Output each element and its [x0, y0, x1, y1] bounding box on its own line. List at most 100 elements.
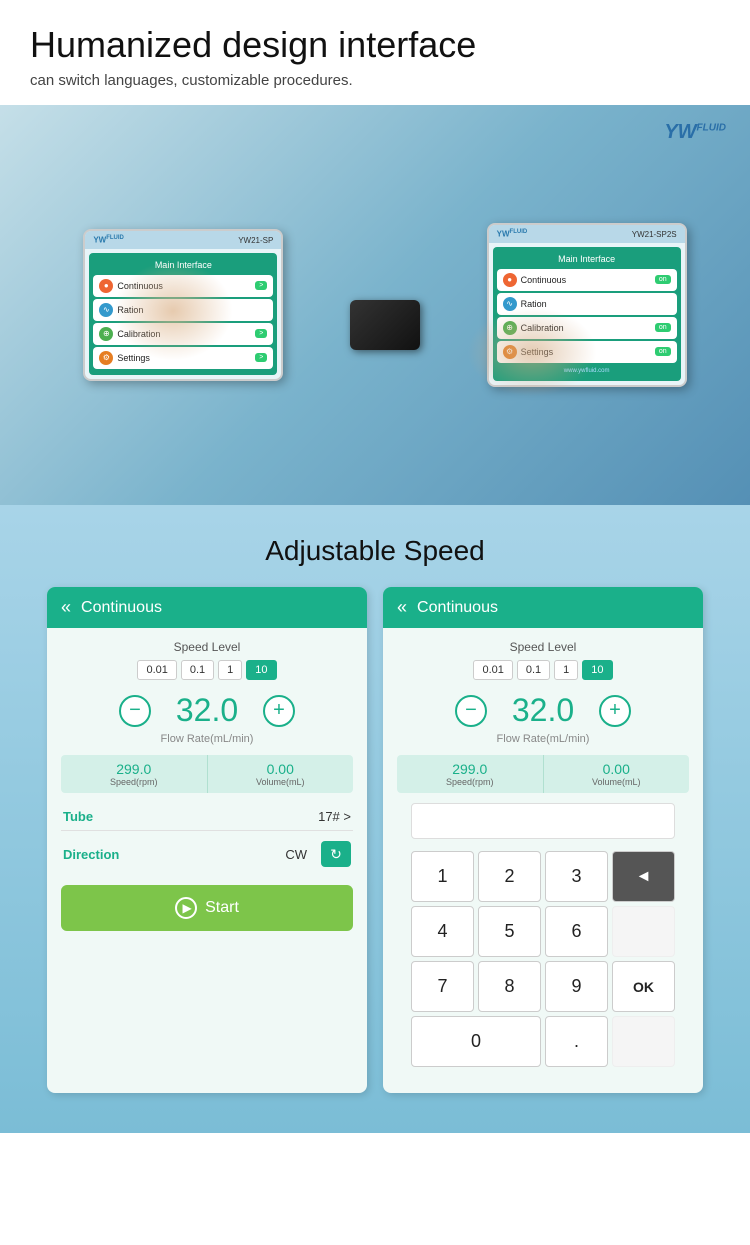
direction-label: Direction [63, 847, 119, 862]
plus-button-left[interactable]: + [263, 695, 295, 727]
speed-btn-10[interactable]: 10 [246, 660, 276, 680]
speed-btn-1[interactable]: 1 [218, 660, 242, 680]
left-panel-header: « Continuous [47, 587, 367, 628]
left-device-brand: YWFLUID [93, 235, 124, 245]
r-settings-label: Settings [521, 347, 554, 357]
r-calibration-icon: ⊕ [503, 321, 517, 335]
minus-button-right[interactable]: − [455, 695, 487, 727]
right-menu-settings[interactable]: ⚙ Settings on [497, 341, 677, 363]
right-menu-calibration[interactable]: ⊕ Calibration on [497, 317, 677, 339]
adjustable-speed-title: Adjustable Speed [20, 535, 730, 567]
calibration-badge: > [255, 329, 267, 338]
r-volume-value: 0.00 [554, 761, 680, 777]
num-7[interactable]: 7 [411, 961, 474, 1012]
right-screen-title: Main Interface [497, 251, 677, 267]
r-speed-btn-10[interactable]: 10 [582, 660, 612, 680]
direction-value: CW [285, 847, 307, 862]
back-arrow-left[interactable]: « [61, 597, 71, 618]
flow-value-left: 32.0 [167, 692, 247, 729]
continuous-icon: ● [99, 279, 113, 293]
watermark: fr.ywfluid.com [0, 1209, 750, 1235]
start-icon: ▶ [175, 897, 197, 919]
left-menu-calibration[interactable]: ⊕ Calibration > [93, 323, 273, 345]
volume-value: 0.00 [218, 761, 344, 777]
left-menu-settings[interactable]: ⚙ Settings > [93, 347, 273, 369]
bottom-section: Adjustable Speed « Continuous Speed Leve… [0, 505, 750, 1133]
r-speed-btn-01[interactable]: 0.1 [517, 660, 550, 680]
photo-banner: YWFLUID YWFLUID YW21-SP Main Interface ●… [0, 105, 750, 505]
start-label: Start [205, 899, 239, 917]
tube-value[interactable]: 17# > [318, 809, 351, 824]
brand-logo-right: YWFLUID [664, 121, 726, 144]
ration-label: Ration [117, 305, 143, 315]
right-menu-ration[interactable]: ∿ Ration [497, 293, 677, 315]
r-settings-icon: ⚙ [503, 345, 517, 359]
direction-toggle-button[interactable]: ↻ [321, 841, 351, 867]
r-calibration-label: Calibration [521, 323, 564, 333]
plus-button-right[interactable]: + [599, 695, 631, 727]
page-subtitle: can switch languages, customizable proce… [30, 72, 720, 89]
direction-row: Direction CW ↻ [61, 837, 353, 871]
left-menu-continuous[interactable]: ● Continuous > [93, 275, 273, 297]
r-speed-btn-001[interactable]: 0.01 [473, 660, 512, 680]
num-9[interactable]: 9 [545, 961, 608, 1012]
num-3[interactable]: 3 [545, 851, 608, 902]
left-panel-body: Speed Level 0.01 0.1 1 10 − 32.0 + Flow … [47, 628, 367, 943]
volume-label: Volume(mL) [218, 777, 344, 787]
settings-label-left: Settings [117, 353, 150, 363]
left-panel-title: Continuous [81, 599, 162, 617]
flow-rate-row-right: − 32.0 + [397, 692, 689, 729]
continuous-label: Continuous [117, 281, 163, 291]
minus-button-left[interactable]: − [119, 695, 151, 727]
stats-row-left: 299.0 Speed(rpm) 0.00 Volume(mL) [61, 755, 353, 793]
top-section: Humanized design interface can switch la… [0, 0, 750, 105]
r-continuous-icon: ● [503, 273, 517, 287]
num-1[interactable]: 1 [411, 851, 474, 902]
device-left: YWFLUID YW21-SP Main Interface ● Continu… [63, 229, 283, 381]
right-numpad-panel: « Continuous Speed Level 0.01 0.1 1 10 −… [383, 587, 703, 1093]
r-ration-label: Ration [521, 299, 547, 309]
flow-rate-row-left: − 32.0 + [61, 692, 353, 729]
speed-btn-01[interactable]: 0.1 [181, 660, 214, 680]
calibration-icon: ⊕ [99, 327, 113, 341]
r-volume-cell: 0.00 Volume(mL) [544, 755, 690, 793]
num-2[interactable]: 2 [478, 851, 541, 902]
ok-button[interactable]: OK [612, 961, 675, 1012]
speed-rpm-value: 299.0 [71, 761, 197, 777]
left-menu-ration[interactable]: ∿ Ration [93, 299, 273, 321]
speed-btn-001[interactable]: 0.01 [137, 660, 176, 680]
num-dot[interactable]: . [545, 1016, 608, 1067]
right-panel-body: Speed Level 0.01 0.1 1 10 − 32.0 + Flow … [383, 628, 703, 1093]
r-speed-rpm-value: 299.0 [407, 761, 533, 777]
backspace-btn[interactable]: ◄ [612, 851, 675, 902]
right-menu-continuous[interactable]: ● Continuous on [497, 269, 677, 291]
speed-buttons-left: 0.01 0.1 1 10 [61, 660, 353, 680]
right-panel-header: « Continuous [383, 587, 703, 628]
right-device-model: YW21-SP2S [632, 230, 677, 239]
speed-level-label-right: Speed Level [397, 640, 689, 654]
num-5[interactable]: 5 [478, 906, 541, 957]
panels-row: « Continuous Speed Level 0.01 0.1 1 10 −… [20, 587, 730, 1093]
volume-cell: 0.00 Volume(mL) [208, 755, 354, 793]
flow-rate-unit-left: Flow Rate(mL/min) [61, 733, 353, 745]
left-screen-title: Main Interface [93, 257, 273, 273]
num-0[interactable]: 0 [411, 1016, 541, 1067]
r-speed-rpm-cell: 299.0 Speed(rpm) [397, 755, 544, 793]
left-control-panel: « Continuous Speed Level 0.01 0.1 1 10 −… [47, 587, 367, 1093]
right-panel-title: Continuous [417, 599, 498, 617]
ration-icon: ∿ [99, 303, 113, 317]
num-6[interactable]: 6 [545, 906, 608, 957]
start-button[interactable]: ▶ Start [61, 885, 353, 931]
left-device-model: YW21-SP [238, 236, 273, 245]
back-arrow-right[interactable]: « [397, 597, 407, 618]
num-8[interactable]: 8 [478, 961, 541, 1012]
foot-pedal [350, 300, 420, 350]
num-4[interactable]: 4 [411, 906, 474, 957]
r-continuous-badge: on [655, 275, 671, 284]
r-speed-btn-1[interactable]: 1 [554, 660, 578, 680]
r-speed-rpm-label: Speed(rpm) [407, 777, 533, 787]
settings-icon-left: ⚙ [99, 351, 113, 365]
stats-row-right: 299.0 Speed(rpm) 0.00 Volume(mL) [397, 755, 689, 793]
numpad-input-field[interactable] [411, 803, 675, 839]
right-device-brand: YWFLUID [497, 229, 528, 239]
